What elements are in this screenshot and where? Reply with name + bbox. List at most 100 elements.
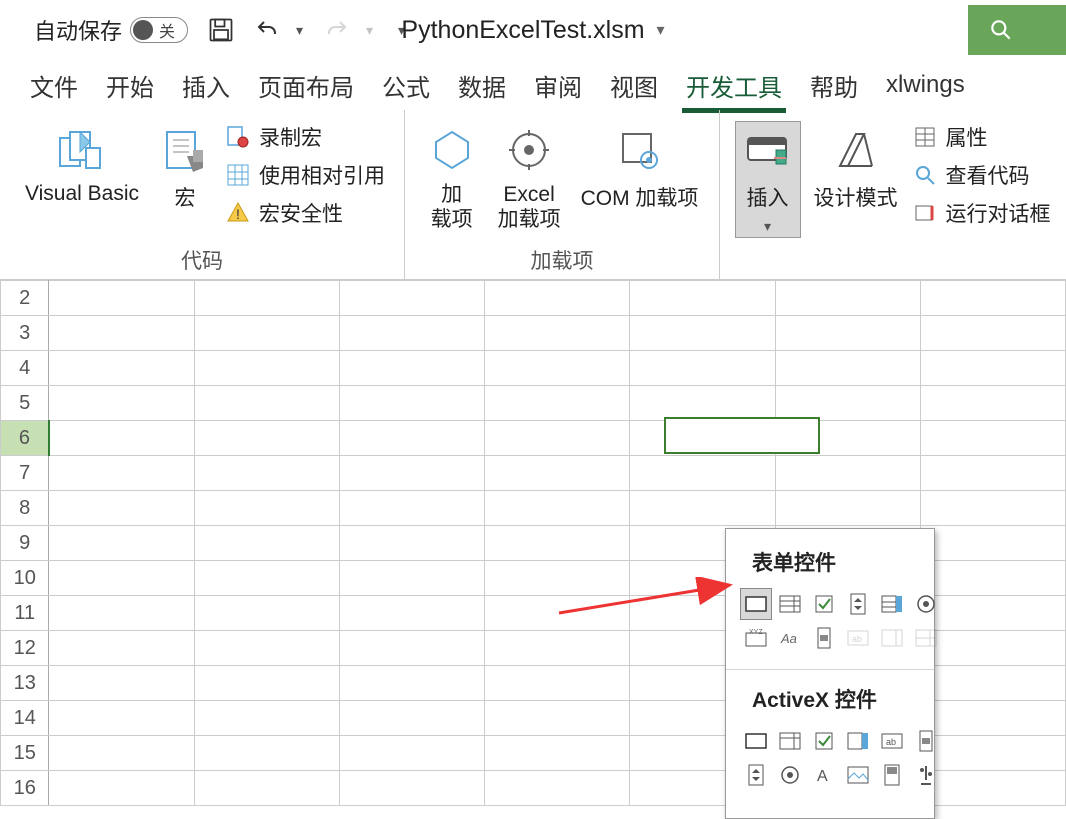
cell[interactable] (49, 491, 194, 526)
row-header[interactable]: 10 (1, 561, 49, 596)
cell[interactable] (630, 421, 775, 456)
cell[interactable] (49, 421, 194, 456)
ax-textbox-icon[interactable]: ab (877, 726, 907, 756)
run-dialog-button[interactable]: 运行对话框 (912, 198, 1051, 228)
cell[interactable] (339, 456, 484, 491)
properties-button[interactable]: 属性 (912, 122, 1051, 152)
cell[interactable] (485, 421, 630, 456)
row-header[interactable]: 2 (1, 281, 49, 316)
ax-spinner-icon[interactable] (741, 760, 771, 790)
cell[interactable] (339, 421, 484, 456)
row-header[interactable]: 3 (1, 316, 49, 351)
cell[interactable] (485, 666, 630, 701)
cell[interactable] (920, 386, 1065, 421)
cell[interactable] (775, 456, 920, 491)
cell[interactable] (775, 421, 920, 456)
cell[interactable] (194, 456, 339, 491)
cell[interactable] (920, 456, 1065, 491)
row-header[interactable]: 12 (1, 631, 49, 666)
cell[interactable] (194, 421, 339, 456)
row-header[interactable]: 8 (1, 491, 49, 526)
cell[interactable] (49, 666, 194, 701)
cell[interactable] (194, 281, 339, 316)
ax-checkbox-icon[interactable] (809, 726, 839, 756)
cell[interactable] (339, 386, 484, 421)
addins-button[interactable]: 加载项 (420, 122, 484, 234)
form-label-icon[interactable]: Aa (775, 623, 805, 653)
macro-security-button[interactable]: ! 宏安全性 (225, 198, 385, 228)
com-addins-button[interactable]: COM 加载项 (575, 122, 705, 214)
redo-dropdown-icon[interactable]: ▾ (366, 22, 378, 39)
cell[interactable] (630, 456, 775, 491)
cell[interactable] (485, 316, 630, 351)
cell[interactable] (194, 351, 339, 386)
cell[interactable] (194, 666, 339, 701)
cell[interactable] (49, 281, 194, 316)
row-header[interactable]: 5 (1, 386, 49, 421)
cell[interactable] (49, 456, 194, 491)
cell[interactable] (194, 386, 339, 421)
cell[interactable] (920, 561, 1065, 596)
cell[interactable] (775, 386, 920, 421)
cell[interactable] (49, 771, 194, 806)
search-box[interactable] (968, 5, 1066, 55)
form-groupbox-icon[interactable]: XYZ (741, 623, 771, 653)
cell[interactable] (194, 631, 339, 666)
redo-icon[interactable] (320, 13, 354, 47)
tab-xlwings[interactable]: xlwings (872, 63, 979, 107)
cell[interactable] (194, 771, 339, 806)
cell[interactable] (630, 351, 775, 386)
worksheet-grid[interactable]: 2345678910111213141516 表单控件 XYZ Aa ab Ac… (0, 280, 1066, 806)
cell[interactable] (920, 421, 1065, 456)
tab-layout[interactable]: 页面布局 (244, 60, 368, 111)
visual-basic-button[interactable]: Visual Basic (19, 122, 145, 208)
form-button-icon[interactable] (741, 589, 771, 619)
undo-icon[interactable] (250, 13, 284, 47)
excel-addins-button[interactable]: Excel加载项 (492, 122, 567, 234)
cell[interactable] (485, 631, 630, 666)
row-header[interactable]: 16 (1, 771, 49, 806)
cell[interactable] (920, 666, 1065, 701)
form-radio-icon[interactable] (911, 589, 941, 619)
cell[interactable] (339, 316, 484, 351)
cell[interactable] (920, 526, 1065, 561)
cell[interactable] (49, 386, 194, 421)
tab-file[interactable]: 文件 (16, 60, 92, 111)
cell[interactable] (339, 351, 484, 386)
cell[interactable] (775, 491, 920, 526)
ax-listbox-icon[interactable] (843, 726, 873, 756)
cell[interactable] (339, 736, 484, 771)
ax-radio-icon[interactable] (775, 760, 805, 790)
design-mode-button[interactable]: 设计模式 (808, 122, 904, 214)
row-header[interactable]: 15 (1, 736, 49, 771)
cell[interactable] (339, 281, 484, 316)
cell[interactable] (194, 561, 339, 596)
ax-image-icon[interactable] (843, 760, 873, 790)
cell[interactable] (339, 666, 484, 701)
cell[interactable] (920, 596, 1065, 631)
cell[interactable] (485, 771, 630, 806)
cell[interactable] (339, 631, 484, 666)
cell[interactable] (194, 596, 339, 631)
cell[interactable] (49, 526, 194, 561)
cell[interactable] (49, 701, 194, 736)
cell[interactable] (920, 771, 1065, 806)
ax-scrollbar-icon[interactable] (911, 726, 941, 756)
cell[interactable] (49, 596, 194, 631)
macros-button[interactable]: 宏 (153, 122, 217, 214)
cell[interactable] (920, 631, 1065, 666)
row-header[interactable]: 14 (1, 701, 49, 736)
cell[interactable] (630, 316, 775, 351)
cell[interactable] (49, 316, 194, 351)
cell[interactable] (49, 631, 194, 666)
ax-label-icon[interactable]: A (809, 760, 839, 790)
undo-dropdown-icon[interactable]: ▾ (296, 22, 308, 39)
row-header[interactable]: 11 (1, 596, 49, 631)
cell[interactable] (920, 491, 1065, 526)
row-header[interactable]: 9 (1, 526, 49, 561)
cell[interactable] (194, 701, 339, 736)
record-macro-button[interactable]: 录制宏 (225, 122, 385, 152)
cell[interactable] (339, 596, 484, 631)
cell[interactable] (339, 771, 484, 806)
cell[interactable] (775, 281, 920, 316)
